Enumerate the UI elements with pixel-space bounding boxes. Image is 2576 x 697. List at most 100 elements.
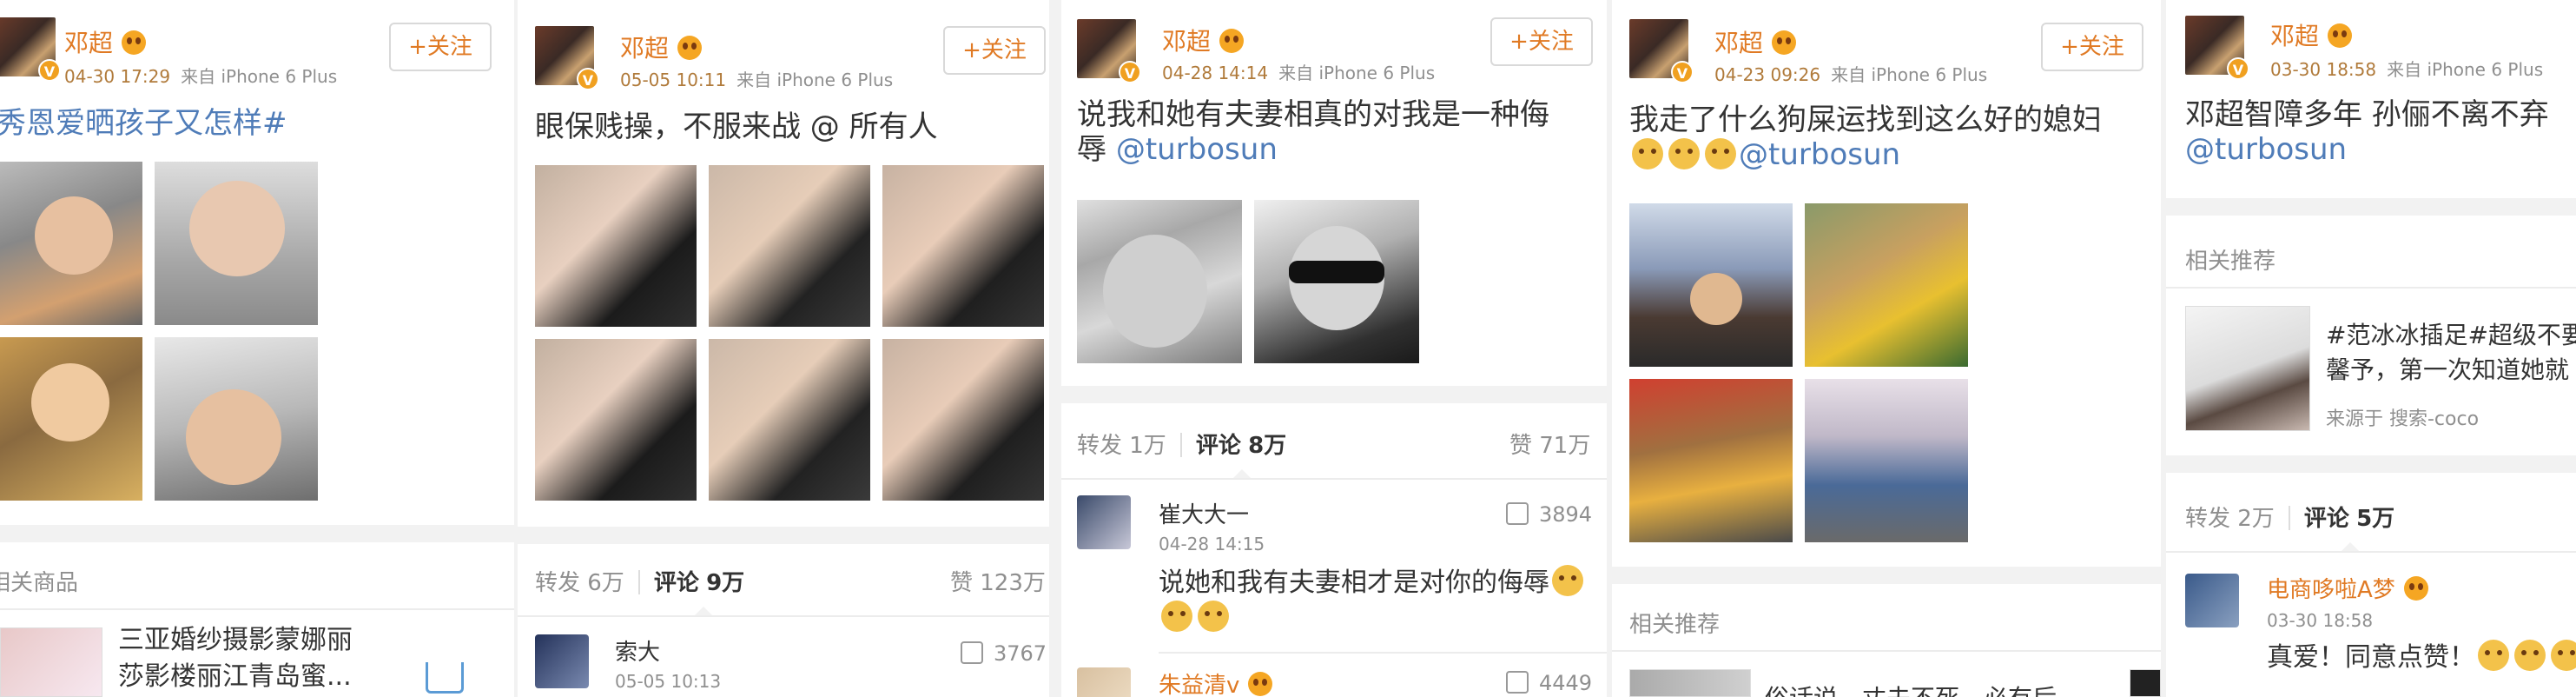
comment-like[interactable]: 3894	[1506, 502, 1592, 527]
post-image[interactable]	[1077, 200, 1242, 363]
post-image[interactable]	[1805, 379, 1968, 542]
post-text[interactable]: 我走了什么狗屎运找到这么好的媳妇 @turbosun	[1629, 103, 2150, 172]
post-text[interactable]: 说我和她有夫妻相真的对我是一种侮 辱 @turbosun	[1077, 97, 1598, 167]
username[interactable]: 邓超	[620, 30, 703, 64]
post-image[interactable]	[882, 165, 1044, 327]
recommendation-thumbnail[interactable]	[2130, 669, 2161, 697]
verified-badge: V	[1671, 61, 1694, 83]
post-meta: 03-30 18:58 来自 iPhone 6 Plus	[2270, 59, 2544, 80]
comment-like[interactable]: 4449	[1506, 671, 1592, 695]
doge-emoji-icon	[1198, 601, 1229, 632]
post-image[interactable]	[1254, 200, 1419, 363]
divider	[1061, 478, 1607, 480]
repost-count[interactable]: 转发 1万	[1077, 433, 1166, 459]
post-image[interactable]	[1629, 203, 1793, 367]
comment-text: 说她和我有夫妻相才是对你的侮辱	[1159, 565, 1593, 636]
post-image[interactable]	[535, 339, 697, 501]
commenter-name[interactable]: 崔大大一	[1159, 497, 1249, 529]
commenter-name[interactable]: 朱益清v	[1159, 667, 1273, 697]
post-text[interactable]: 邓超智障多年 孙俪不离不弃 @turbosun	[2185, 97, 2576, 167]
follow-button[interactable]: +关注	[943, 26, 1046, 75]
post-image[interactable]	[1805, 203, 1968, 367]
weibo-panel-4: V 邓超 04-23 09:26 来自 iPhone 6 Plus +关注 我走了…	[1612, 0, 2161, 697]
verified-badge: V	[2227, 57, 2249, 80]
post-image[interactable]	[709, 339, 870, 501]
recommendation-thumbnail[interactable]	[1629, 669, 1751, 697]
recommendation-text[interactable]: 俗话说，丈夫不死，必有后	[1765, 681, 2057, 697]
product-thumbnail[interactable]	[0, 627, 102, 697]
divider	[2166, 287, 2576, 289]
section-title: 相关推荐	[2185, 249, 2276, 275]
repost-count[interactable]: 转发 2万	[2185, 506, 2275, 532]
follow-button[interactable]: +关注	[1490, 17, 1593, 66]
comment-tab[interactable]: 评论 8万	[1196, 433, 1286, 459]
verified-badge: V	[1119, 61, 1141, 83]
avatar[interactable]: V	[0, 17, 61, 82]
vip-icon	[2328, 23, 2353, 48]
username[interactable]: 邓超	[1162, 23, 1245, 57]
username[interactable]: 邓超	[2270, 17, 2353, 52]
commenter-name[interactable]: 电商哆啦A梦	[2267, 572, 2428, 604]
vip-icon	[1219, 29, 1245, 53]
grin-emoji-icon	[1705, 138, 1736, 169]
repost-count[interactable]: 转发 6万	[535, 570, 624, 596]
post-image[interactable]	[535, 165, 697, 327]
username[interactable]: 邓超	[64, 24, 147, 59]
vip-icon	[2403, 576, 2428, 601]
mention-link[interactable]: @turbosun	[2185, 132, 2347, 167]
section-divider	[1061, 386, 1607, 403]
thumb-up-icon	[1506, 671, 1529, 694]
screenshot-strip: V 邓超 04-30 17:29 来自 iPhone 6 Plus +关注 秀恩爱…	[0, 0, 2576, 697]
divider	[1159, 652, 1607, 654]
commenter-avatar[interactable]	[1077, 667, 1131, 697]
post-image[interactable]	[0, 162, 142, 325]
post-image[interactable]	[155, 337, 318, 501]
cart-icon[interactable]	[426, 662, 464, 694]
comment-time: 04-28 14:15	[1159, 534, 1265, 554]
stats-bar: 转发 2万 评论 5万	[2185, 501, 2394, 533]
thumb-up-icon	[1506, 502, 1529, 525]
thumb-up-icon	[961, 641, 983, 664]
commenter-avatar[interactable]	[535, 634, 589, 688]
commenter-name[interactable]: 索大	[615, 634, 660, 667]
section-divider	[0, 525, 514, 542]
vip-icon	[1248, 672, 1273, 696]
comment-tab[interactable]: 评论 5万	[2304, 506, 2394, 532]
post-image[interactable]	[882, 339, 1044, 501]
section-title: 相关商品	[0, 570, 79, 596]
post-image[interactable]	[0, 337, 142, 501]
doge-emoji-icon	[1161, 601, 1192, 632]
comment-like[interactable]: 3767	[961, 641, 1047, 666]
post-image[interactable]	[709, 165, 870, 327]
post-image[interactable]	[155, 162, 318, 325]
product-title[interactable]: 三亚婚纱摄影蒙娜丽 莎影楼丽江青岛蜜...	[118, 622, 353, 695]
divider	[0, 608, 514, 610]
follow-button[interactable]: +关注	[389, 23, 492, 71]
recommendation-thumbnail[interactable]	[2185, 306, 2310, 431]
recommendation-source: 来源于 搜索-coco	[2326, 408, 2480, 430]
section-title: 相关推荐	[1629, 612, 1721, 638]
commenter-avatar[interactable]	[2185, 574, 2239, 627]
verified-badge: V	[38, 59, 61, 82]
stats-bar: 转发 1万 评论 8万	[1077, 428, 1286, 460]
commenter-avatar[interactable]	[1077, 495, 1131, 549]
mention-link[interactable]: @turbosun	[1739, 137, 1900, 172]
avatar[interactable]: V	[535, 26, 599, 90]
vip-icon	[122, 30, 147, 55]
post-text[interactable]: 眼保贱操，不服来战 @ 所有人	[535, 110, 938, 144]
avatar[interactable]: V	[1629, 19, 1694, 83]
username[interactable]: 邓超	[1714, 24, 1797, 59]
comment-tab[interactable]: 评论 9万	[654, 570, 744, 596]
weibo-panel-5: V 邓超 03-30 18:58 来自 iPhone 6 Plus 邓超智障多年 …	[2166, 0, 2576, 697]
follow-button[interactable]: +关注	[2041, 23, 2143, 71]
avatar[interactable]: V	[2185, 16, 2249, 80]
mention-link[interactable]: @turbosun	[1116, 132, 1278, 167]
post-text[interactable]: 秀恩爱晒孩子又怎样#	[0, 106, 287, 141]
avatar[interactable]: V	[1077, 19, 1141, 83]
recommendation-text[interactable]: #范冰冰插足#超级不要 馨予，第一次知道她就	[2326, 318, 2576, 388]
post-image[interactable]	[1629, 379, 1793, 542]
like-count[interactable]: 赞 123万	[950, 565, 1046, 597]
weibo-panel-1: V 邓超 04-30 17:29 来自 iPhone 6 Plus +关注 秀恩爱…	[0, 0, 514, 697]
divider	[1612, 650, 2161, 652]
like-count[interactable]: 赞 71万	[1509, 428, 1590, 460]
